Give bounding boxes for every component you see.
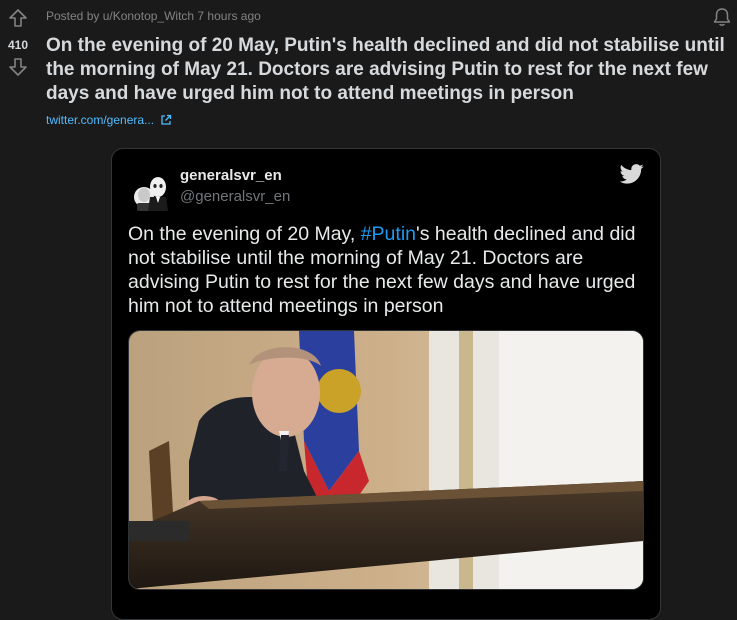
tweet-photo[interactable] <box>128 330 644 590</box>
hashtag-link[interactable]: #Putin <box>361 223 416 245</box>
tweet-text-lead: On the evening of 20 May, <box>128 223 361 245</box>
author-avatar[interactable] <box>132 173 176 213</box>
post-link-label: twitter.com/genera... <box>46 113 155 127</box>
tweet-text: On the evening of 20 May, #Putin's healt… <box>128 222 644 318</box>
post-title[interactable]: On the evening of 20 May, Putin's health… <box>46 34 726 106</box>
post-meta: Posted by u/Konotop_Witch 7 hours ago <box>46 9 261 23</box>
tweet-author-handle[interactable]: @generalsvr_en <box>180 188 290 205</box>
upvote-arrow-icon[interactable] <box>8 8 28 28</box>
tweet-author-name[interactable]: generalsvr_en <box>180 167 282 184</box>
photo-scene <box>129 331 643 589</box>
bell-icon[interactable] <box>711 6 733 28</box>
twitter-bird-icon[interactable] <box>620 163 644 185</box>
external-link-icon <box>161 114 172 125</box>
embedded-tweet[interactable]: generalsvr_en @generalsvr_en On the even… <box>111 148 661 620</box>
post-link[interactable]: twitter.com/genera... <box>46 113 172 127</box>
vote-score: 410 <box>7 38 29 52</box>
downvote-arrow-icon[interactable] <box>8 57 28 77</box>
